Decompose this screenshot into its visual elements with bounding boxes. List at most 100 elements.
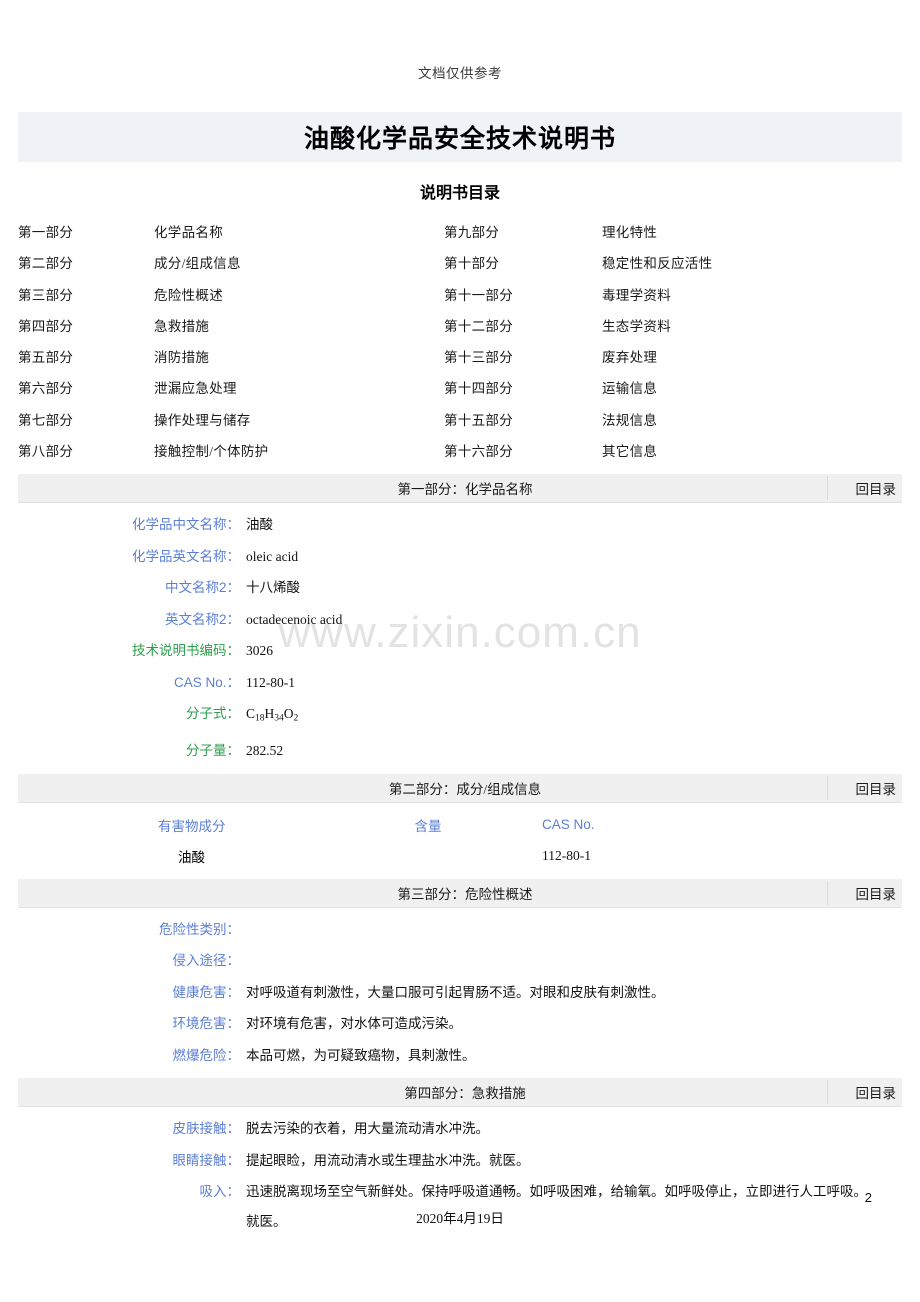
back-to-toc-link[interactable]: 回目录 [856,883,897,903]
field-value: 112-80-1 [246,674,295,690]
formula-o-sub: 2 [293,713,299,724]
toc-heading: 说明书目录 [419,185,500,202]
formula-h: H [264,706,275,722]
field-row: CAS No.： 112-80-1 [18,667,902,699]
page-content: 文档仅供参考 油酸化学品安全技术说明书 说明书目录 第一部分 化学品名称 第九部… [18,0,902,1237]
field-row: 眼睛接触： 提起眼睑，用流动清水或生理盐水冲洗。就医。 [18,1145,902,1177]
composition-table: 有害物成分 含量 CAS No. 油酸 112-80-1 [18,803,902,872]
formula-c-sub: 18 [255,713,265,724]
field-value: 十八烯酸 [246,580,300,596]
field-value: 油酸 [246,517,273,533]
section-title: 第二部分：成分/组成信息 [388,781,542,797]
toc-name-left[interactable]: 化学品名称 [154,217,444,248]
toc-name-left[interactable]: 接触控制/个体防护 [154,436,444,467]
toc-name-left[interactable]: 危险性概述 [154,280,444,311]
toc-name-right[interactable]: 生态学资料 [602,311,902,342]
cell-component: 油酸 [178,850,205,865]
toc-part-right[interactable]: 第十四部分 [444,373,602,404]
field-value-line1: 迅速脱离现场至空气新鲜处。保持呼吸道通畅。如呼吸困难，给输氧。如呼吸停止，立即进… [246,1184,867,1200]
toc-name-left[interactable]: 泄漏应急处理 [154,373,444,404]
field-value: octadecenoic acid [246,611,343,627]
field-label: 皮肤接触： [172,1121,241,1137]
field-row: 中文名称2： 十八烯酸 [18,572,902,604]
formula-c: C [246,706,256,722]
back-to-toc-link[interactable]: 回目录 [856,478,897,498]
toc-name-left[interactable]: 消防措施 [154,342,444,373]
toc-name-right[interactable]: 其它信息 [602,436,902,467]
field-row: 皮肤接触： 脱去污染的衣着，用大量流动清水冲洗。 [18,1113,902,1145]
section-divider [827,1080,828,1105]
toc-name-left[interactable]: 操作处理与储存 [154,405,444,436]
field-value: 提起眼睑，用流动清水或生理盐水冲洗。就医。 [246,1152,530,1168]
section-header-2: 第二部分：成分/组成信息 回目录 [18,773,902,803]
document-page: www.zixin.com.cn 文档仅供参考 油酸化学品安全技术说明书 说明书… [0,0,920,1302]
column-header-content: 含量 [414,818,442,834]
toc-name-right[interactable]: 理化特性 [602,217,902,248]
field-row: 健康危害： 对呼吸道有刺激性，大量口服可引起胃肠不适。对眼和皮肤有刺激性。 [18,977,902,1009]
field-label: CAS No.： [173,674,240,690]
toc-part-left[interactable]: 第六部分 [18,373,154,404]
field-label: 化学品中文名称： [132,517,240,533]
page-title: 油酸化学品安全技术说明书 [303,125,616,153]
toc-name-right[interactable]: 法规信息 [602,405,902,436]
field-label: 吸入： [199,1184,241,1200]
field-label: 环境危害： [172,1016,241,1032]
formula-h-sub: 34 [274,713,284,724]
field-row: 分子式： C18H34O2 [18,698,902,735]
section-header-4: 第四部分：急救措施 回目录 [18,1078,902,1108]
top-note: 文档仅供参考 [418,66,502,81]
toc-name-right[interactable]: 稳定性和反应活性 [602,248,902,279]
title-bar: 油酸化学品安全技术说明书 [18,112,902,162]
toc-part-left[interactable]: 第八部分 [18,436,154,467]
toc-part-left[interactable]: 第五部分 [18,342,154,373]
field-row: 化学品中文名称： 油酸 [18,509,902,541]
toc-part-right[interactable]: 第十三部分 [444,342,602,373]
toc-name-right[interactable]: 毒理学资料 [602,280,902,311]
field-label: 分子式： [186,706,240,722]
back-to-toc-link[interactable]: 回目录 [856,778,897,798]
field-value: 脱去污染的衣着，用大量流动清水冲洗。 [246,1121,489,1137]
toc-name-right[interactable]: 运输信息 [602,373,902,404]
toc-part-right[interactable]: 第十一部分 [444,280,602,311]
toc-name-right[interactable]: 废弃处理 [602,342,902,373]
toc-part-left[interactable]: 第四部分 [18,311,154,342]
toc-part-left[interactable]: 第七部分 [18,405,154,436]
field-value: oleic acid [246,548,299,564]
footer-date: 2020年4月19日 [416,1211,504,1226]
field-label: 化学品英文名称： [132,548,240,564]
toc-part-right[interactable]: 第十六部分 [444,436,602,467]
toc-name-left[interactable]: 成分/组成信息 [154,248,444,279]
field-value: 282.52 [246,743,284,759]
section-divider [827,880,828,905]
column-header-component: 有害物成分 [158,818,226,834]
page-number: 2 [864,1190,872,1205]
formula-o: O [283,706,294,722]
toc-part-left[interactable]: 第二部分 [18,248,154,279]
field-label: 眼睛接触： [172,1152,241,1168]
table-of-contents: 第一部分 化学品名称 第九部分 理化特性 第二部分 成分/组成信息 第十部分 稳… [18,217,902,467]
section-divider [827,775,828,800]
section-header-3: 第三部分：危险性概述 回目录 [18,878,902,908]
field-label: 燃爆危险： [172,1047,241,1063]
toc-part-left[interactable]: 第一部分 [18,217,154,248]
toc-part-right[interactable]: 第九部分 [444,217,602,248]
field-label: 分子量： [186,743,240,759]
field-label: 中文名称2： [164,580,240,596]
field-row: 技术说明书编码： 3026 [18,635,902,667]
field-row: 危险性类别： [18,914,902,946]
toc-name-left[interactable]: 急救措施 [154,311,444,342]
toc-part-left[interactable]: 第三部分 [18,280,154,311]
section-divider [827,476,828,501]
table-header-row: 有害物成分 含量 CAS No. [18,809,902,841]
toc-part-right[interactable]: 第十五部分 [444,405,602,436]
field-value: 对环境有危害，对水体可造成污染。 [246,1016,462,1032]
section-title: 第三部分：危险性概述 [397,886,533,902]
field-row: 侵入途径： [18,945,902,977]
field-row: 分子量： 282.52 [18,735,902,767]
field-row: 英文名称2： octadecenoic acid [18,604,902,636]
toc-part-right[interactable]: 第十部分 [444,248,602,279]
field-row: 化学品英文名称： oleic acid [18,541,902,573]
toc-part-right[interactable]: 第十二部分 [444,311,602,342]
field-row: 燃爆危险： 本品可燃，为可疑致癌物，具刺激性。 [18,1040,902,1072]
back-to-toc-link[interactable]: 回目录 [856,1082,897,1102]
